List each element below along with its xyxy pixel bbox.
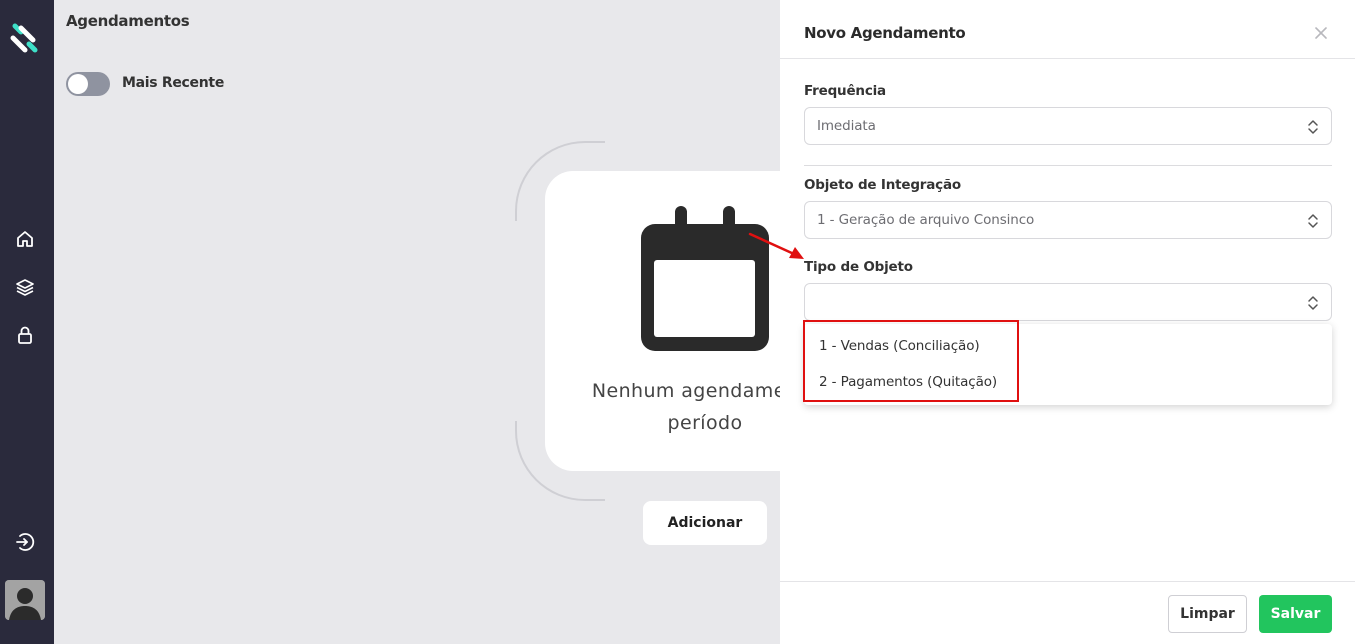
annotation-highlight-box bbox=[803, 320, 1019, 402]
chevron-updown-icon bbox=[1308, 120, 1318, 134]
drawer-title: Novo Agendamento bbox=[804, 24, 966, 42]
save-button[interactable]: Salvar bbox=[1259, 595, 1332, 633]
page-title: Agendamentos bbox=[66, 12, 190, 30]
integration-object-value: 1 - Geração de arquivo Consinco bbox=[817, 212, 1035, 228]
drawer-footer: Limpar Salvar bbox=[780, 581, 1355, 644]
most-recent-toggle[interactable] bbox=[66, 72, 110, 96]
home-icon[interactable] bbox=[13, 227, 37, 251]
integration-object-label: Objeto de Integração bbox=[804, 177, 961, 193]
layers-icon[interactable] bbox=[13, 275, 37, 299]
clear-button[interactable]: Limpar bbox=[1168, 595, 1247, 633]
chevron-updown-icon bbox=[1308, 214, 1318, 228]
chevron-updown-icon bbox=[1308, 296, 1318, 310]
divider bbox=[804, 165, 1332, 166]
drawer-header: Novo Agendamento bbox=[780, 0, 1355, 59]
frequency-label: Frequência bbox=[804, 83, 886, 99]
close-icon[interactable] bbox=[1313, 25, 1329, 41]
app-logo[interactable] bbox=[9, 20, 41, 54]
object-type-label: Tipo de Objeto bbox=[804, 259, 913, 275]
calendar-icon bbox=[641, 206, 769, 352]
toggle-knob bbox=[68, 74, 88, 94]
logout-icon[interactable] bbox=[13, 530, 37, 554]
frequency-value: Imediata bbox=[817, 118, 876, 134]
frequency-select[interactable]: Imediata bbox=[804, 107, 1332, 145]
add-button[interactable]: Adicionar bbox=[643, 501, 767, 545]
user-avatar-icon[interactable] bbox=[5, 580, 45, 620]
lock-icon[interactable] bbox=[13, 323, 37, 347]
sidebar bbox=[0, 0, 54, 644]
toggle-label: Mais Recente bbox=[122, 75, 225, 91]
integration-object-select[interactable]: 1 - Geração de arquivo Consinco bbox=[804, 201, 1332, 239]
object-type-select[interactable] bbox=[804, 283, 1332, 321]
annotation-arrow-icon bbox=[748, 232, 804, 259]
new-schedule-drawer: Novo Agendamento Frequência Imediata Obj… bbox=[780, 0, 1355, 644]
